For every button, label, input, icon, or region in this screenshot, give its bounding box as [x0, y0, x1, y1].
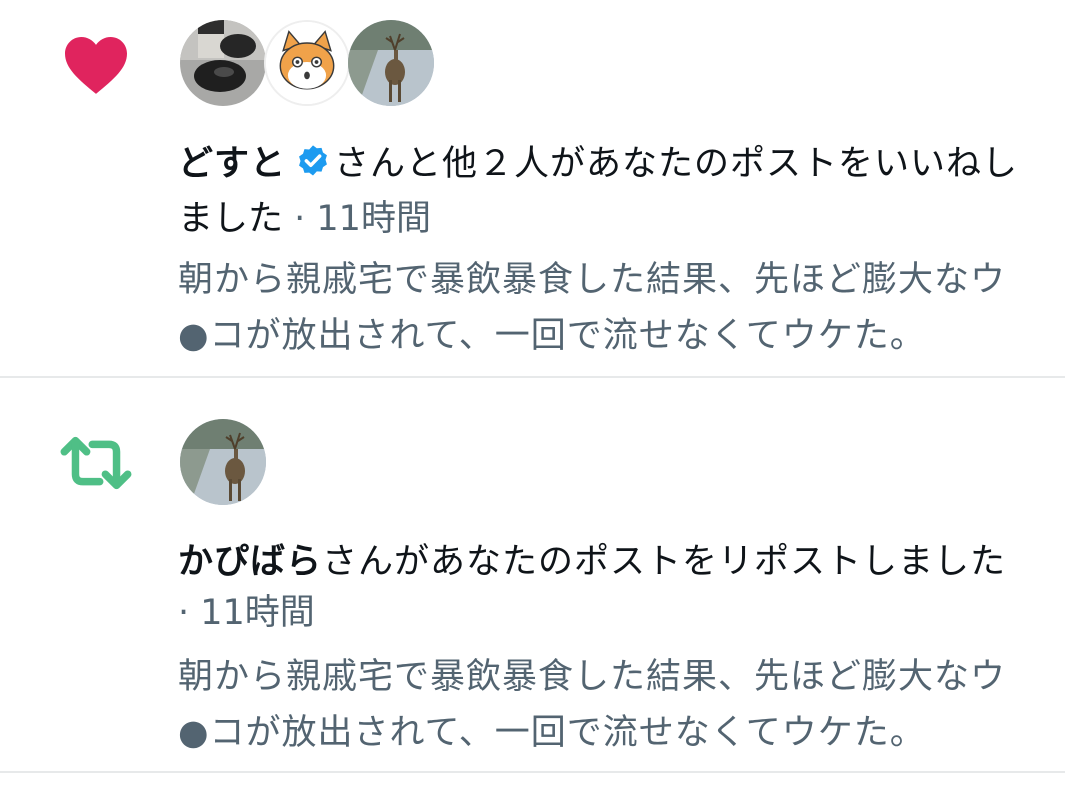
heart-icon	[65, 36, 127, 94]
notifications-feed: どすと さんと他２人があなたのポストをいいねし ました · 11時間 朝から親戚…	[0, 0, 1065, 798]
timestamp: 11時間	[200, 593, 315, 633]
action-text-continued: ました	[178, 199, 284, 239]
deer-photo-avatar[interactable]	[180, 419, 266, 505]
notification-headline: どすと さんと他２人があなたのポストをいいねし	[178, 137, 1065, 192]
post-preview: 朝から親戚宅で暴飲暴食した結果、先ほど膨大なウ ●コが放出されて、一回で流せなく…	[178, 252, 1065, 364]
cat-illustration-avatar[interactable]	[264, 20, 350, 106]
notification-like[interactable]: どすと さんと他２人があなたのポストをいいねし ました · 11時間 朝から親戚…	[0, 0, 1065, 377]
shoes-photo-avatar[interactable]	[180, 20, 266, 106]
time-separator: ·	[178, 593, 201, 633]
action-text: さんがあなたのポストをリポストしました	[322, 542, 1007, 582]
timestamp-line: ました · 11時間	[178, 193, 431, 245]
user-name[interactable]: どすと	[178, 144, 286, 184]
action-text: さんと他２人があなたのポストをいいねし	[334, 144, 1019, 184]
deer-photo-avatar[interactable]	[348, 20, 434, 106]
time-separator: ·	[283, 199, 317, 239]
retweet-icon	[60, 436, 132, 490]
timestamp-line: · 11時間	[178, 587, 315, 639]
post-preview: 朝から親戚宅で暴飲暴食した結果、先ほど膨大なウ ●コが放出されて、一回で流せなく…	[178, 649, 1065, 761]
verified-badge-icon	[299, 145, 327, 176]
timestamp: 11時間	[316, 199, 431, 239]
notification-headline: かぴばらさんがあなたのポストをリポストしました	[178, 535, 1065, 590]
divider	[0, 771, 1065, 773]
post-preview-line: ●コが放出されて、一回で流せなくてウケた。	[178, 316, 926, 356]
user-name[interactable]: かぴばら	[178, 542, 322, 582]
post-preview-line: ●コが放出されて、一回で流せなくてウケた。	[178, 713, 926, 753]
post-preview-line: 朝から親戚宅で暴飲暴食した結果、先ほど膨大なウ	[178, 657, 1007, 697]
post-preview-line: 朝から親戚宅で暴飲暴食した結果、先ほど膨大なウ	[178, 260, 1007, 300]
